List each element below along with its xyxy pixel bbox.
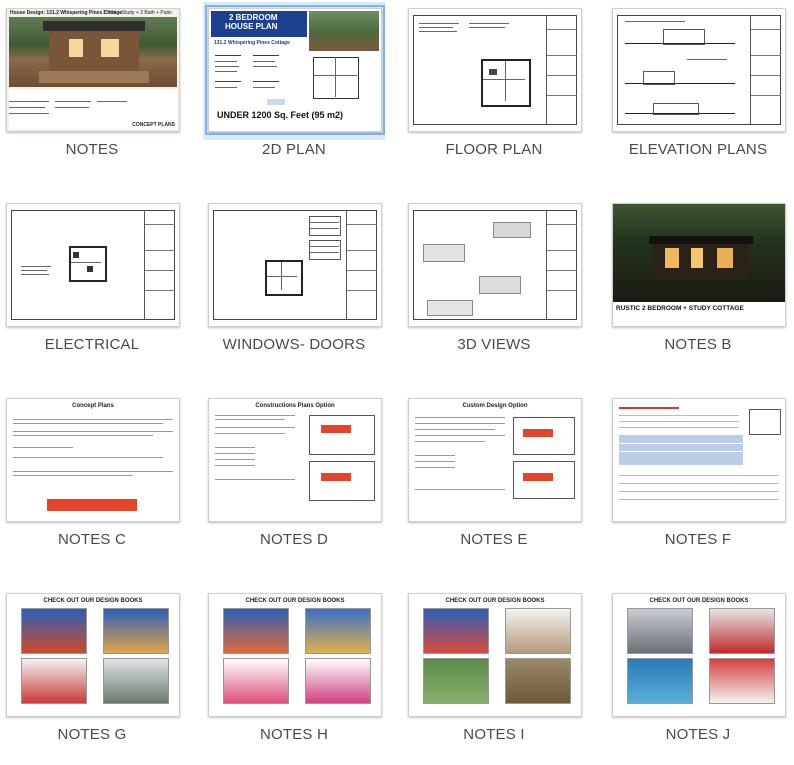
thumbnail-image: CHECK OUT OUR DESIGN BOOKS xyxy=(208,593,382,717)
page-header: CHECK OUT OUR DESIGN BOOKS xyxy=(445,598,545,604)
thumbnail-label: WINDOWS- DOORS xyxy=(222,336,366,353)
page-header: Concept Plans xyxy=(72,403,114,409)
thumbnail-item-floor-plan[interactable]: FLOOR PLAN xyxy=(402,0,586,180)
thumbnail-label: NOTES I xyxy=(463,726,525,743)
thumbnail-image xyxy=(6,203,180,327)
thumbnail-image: Constructions Plans Option xyxy=(208,398,382,522)
thumbnail-item-notes-i[interactable]: CHECK OUT OUR DESIGN BOOKS NOTES I xyxy=(402,585,586,765)
thumbnail-label: ELEVATION PLANS xyxy=(628,141,768,158)
thumbnail-image: Custom Design Option xyxy=(408,398,582,522)
page-header: CHECK OUT OUR DESIGN BOOKS xyxy=(245,598,345,604)
thumbnail-image xyxy=(208,203,382,327)
thumbnail-image xyxy=(612,8,786,132)
thumbnail-grid: House Design: 131.2 Whispering Pines Cot… xyxy=(0,0,794,746)
thumbnail-item-notes-f[interactable]: NOTES F xyxy=(606,390,790,570)
thumbnail-image xyxy=(408,203,582,327)
thumbnail-image: House Design: 131.2 Whispering Pines Cot… xyxy=(6,8,180,132)
thumbnail-label: 3D VIEWS xyxy=(457,336,531,353)
thumbnail-label: ELECTRICAL xyxy=(44,336,140,353)
thumbnail-item-electrical[interactable]: ELECTRICAL xyxy=(0,195,184,375)
thumbnail-label: NOTES C xyxy=(57,531,127,548)
thumbnail-label: NOTES D xyxy=(259,531,329,548)
plan-title-line1: 2 BEDROOM xyxy=(229,13,278,22)
plan-size-caption: UNDER 1200 Sq. Feet (95 m2) xyxy=(217,110,344,120)
thumb-corner-text: CONCEPT PLANS xyxy=(132,122,175,128)
page-header: CHECK OUT OUR DESIGN BOOKS xyxy=(43,598,143,604)
thumbnail-item-notes-h[interactable]: CHECK OUT OUR DESIGN BOOKS NOTES H xyxy=(202,585,386,765)
thumbnail-label: NOTES G xyxy=(57,726,127,743)
cottage-night-photo xyxy=(613,204,785,302)
thumbnail-label: NOTES B xyxy=(664,336,732,353)
thumbnail-image: CHECK OUT OUR DESIGN BOOKS xyxy=(612,593,786,717)
thumbnail-label: NOTES E xyxy=(460,531,528,548)
plan-subtitle: 131.2 Whispering Pines Cottage xyxy=(214,40,290,46)
thumb-subcaption: 2 Bed + Study + 2 Bath + Patio xyxy=(103,10,172,16)
page-header: Constructions Plans Option xyxy=(255,403,335,409)
page-header: Custom Design Option xyxy=(462,403,528,409)
thumbnail-image: RUSTIC 2 BEDROOM + STUDY COTTAGE xyxy=(612,203,786,327)
thumbnail-image: Concept Plans xyxy=(6,398,180,522)
page-header: CHECK OUT OUR DESIGN BOOKS xyxy=(649,598,749,604)
thumbnail-label: NOTES J xyxy=(665,726,731,743)
thumbnail-item-notes[interactable]: House Design: 131.2 Whispering Pines Cot… xyxy=(0,0,184,180)
thumbnail-item-elevation-plans[interactable]: ELEVATION PLANS xyxy=(606,0,790,180)
thumbnail-item-notes-e[interactable]: Custom Design Option NOTES E xyxy=(402,390,586,570)
cottage-photo xyxy=(9,17,177,87)
plan-title-line2: HOUSE PLAN xyxy=(225,22,278,31)
thumbnail-image xyxy=(612,398,786,522)
thumbnail-image: CHECK OUT OUR DESIGN BOOKS xyxy=(6,593,180,717)
thumbnail-item-notes-d[interactable]: Constructions Plans Option NOTES D xyxy=(202,390,386,570)
thumbnail-label: NOTES H xyxy=(259,726,329,743)
thumbnail-label: 2D PLAN xyxy=(262,141,326,158)
thumbnail-item-notes-b[interactable]: RUSTIC 2 BEDROOM + STUDY COTTAGE NOTES B xyxy=(606,195,790,375)
thumbnail-label: FLOOR PLAN xyxy=(445,141,543,158)
thumbnail-item-notes-j[interactable]: CHECK OUT OUR DESIGN BOOKS NOTES J xyxy=(606,585,790,765)
thumbnail-item-notes-g[interactable]: CHECK OUT OUR DESIGN BOOKS NOTES G xyxy=(0,585,184,765)
thumb-caption: RUSTIC 2 BEDROOM + STUDY COTTAGE xyxy=(616,305,744,312)
thumbnail-image: 2 BEDROOM HOUSE PLAN 131.2 Whispering Pi… xyxy=(205,5,385,135)
thumbnail-item-windows-doors[interactable]: WINDOWS- DOORS xyxy=(202,195,386,375)
thumbnail-label: NOTES xyxy=(65,141,119,158)
thumbnail-item-2d-plan[interactable]: 2 BEDROOM HOUSE PLAN 131.2 Whispering Pi… xyxy=(202,0,386,180)
thumbnail-item-3d-views[interactable]: 3D VIEWS xyxy=(402,195,586,375)
thumbnail-item-notes-c[interactable]: Concept Plans NOTES C xyxy=(0,390,184,570)
thumbnail-label: NOTES F xyxy=(664,531,732,548)
thumbnail-image xyxy=(408,8,582,132)
thumbnail-image: CHECK OUT OUR DESIGN BOOKS xyxy=(408,593,582,717)
